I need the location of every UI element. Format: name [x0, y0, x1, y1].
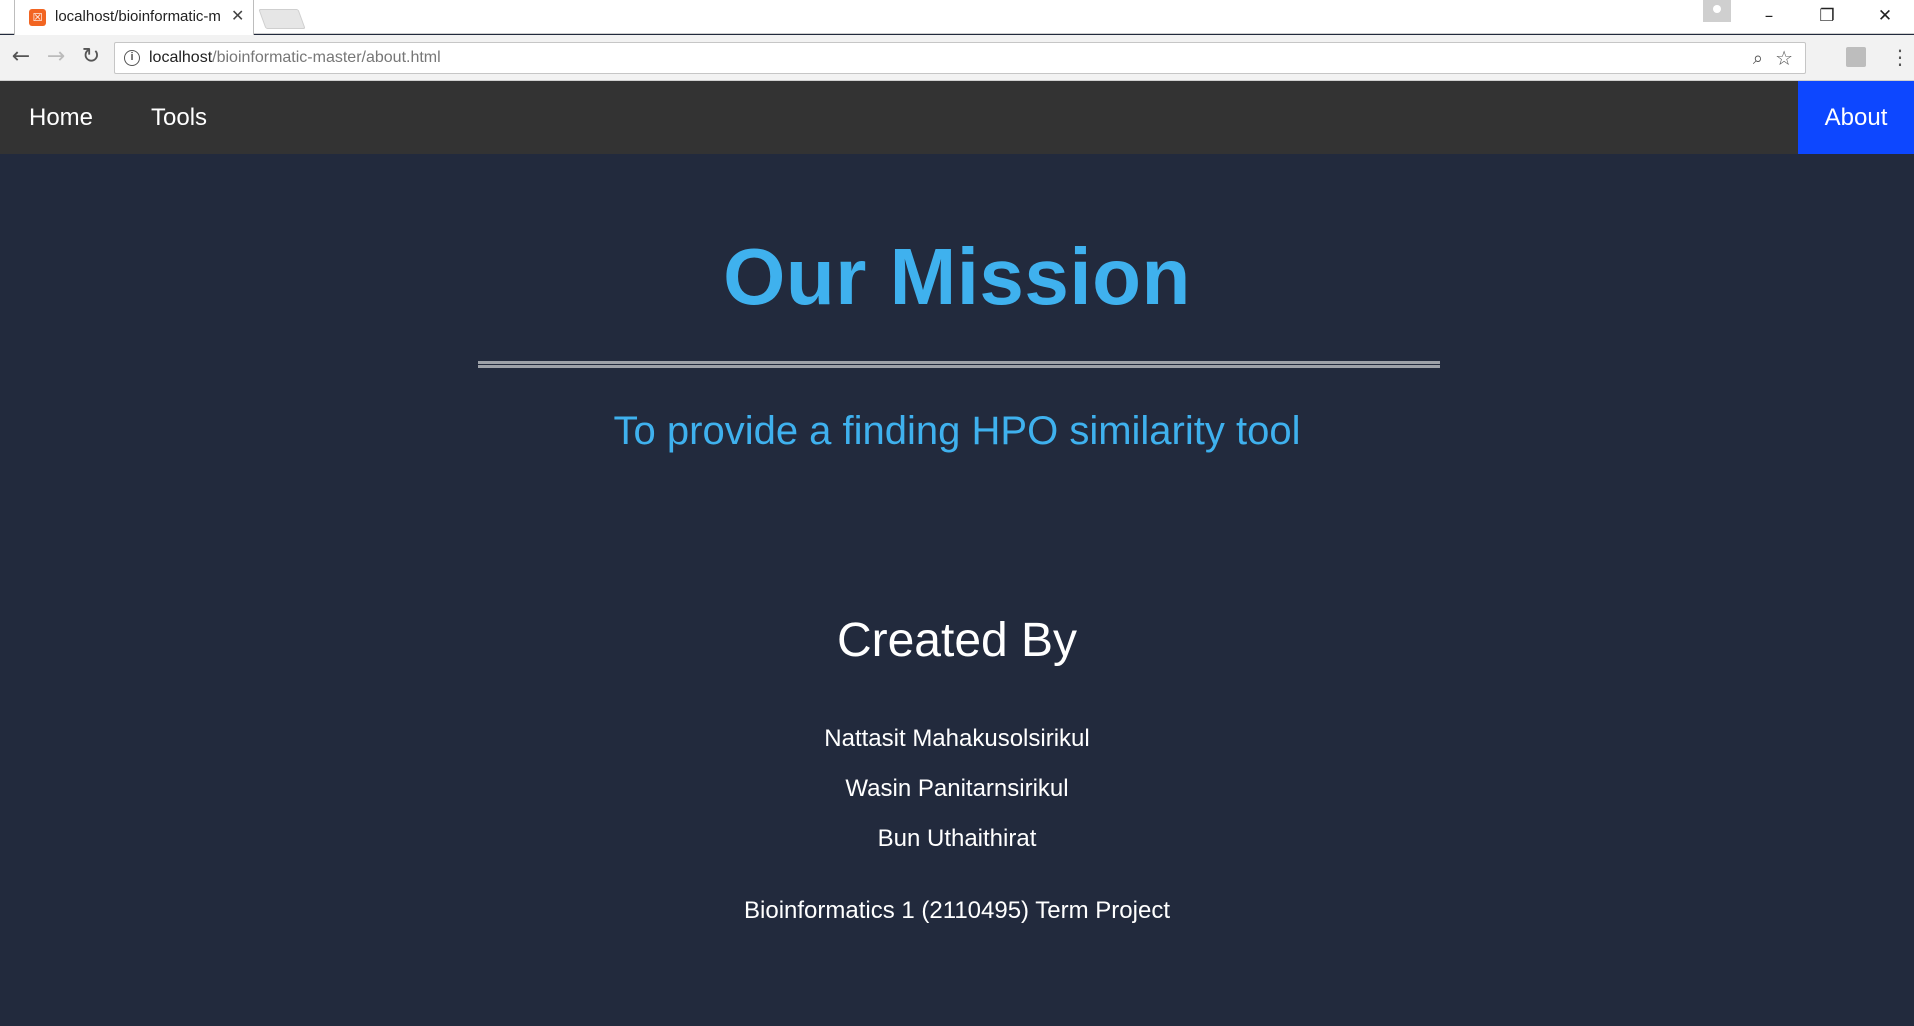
section-divider — [478, 361, 1440, 368]
page-content: Home Tools About Our Mission To provide … — [0, 81, 1914, 1026]
site-navbar: Home Tools About — [0, 81, 1914, 154]
close-tab-icon[interactable]: ✕ — [231, 6, 244, 25]
new-tab-button[interactable] — [258, 9, 306, 29]
xampp-favicon-icon: ☒ — [29, 9, 46, 26]
nav-home[interactable]: Home — [0, 81, 122, 154]
browser-menu-icon[interactable]: ⋮ — [1890, 43, 1910, 71]
address-bar[interactable]: i localhost/bioinformatic-master/about.h… — [114, 42, 1806, 74]
author-name: Bun Uthaithirat — [877, 825, 1037, 852]
browser-toolbar: ← → ↻ i localhost/bioinformatic-master/a… — [0, 35, 1914, 81]
created-by-heading: Created By — [836, 614, 1078, 667]
url-text[interactable]: localhost/bioinformatic-master/about.htm… — [149, 49, 441, 67]
reload-icon[interactable]: ↻ — [76, 43, 106, 73]
minimize-icon[interactable]: – — [1744, 2, 1794, 30]
mission-statement: To provide a finding HPO similarity tool — [613, 409, 1301, 453]
author-name: Nattasit Mahakusolsirikul — [824, 725, 1090, 752]
browser-tab-strip: ☒ localhost/bioinformatic-m ✕ – ❐ ✕ — [0, 0, 1914, 35]
mission-heading: Our Mission — [723, 232, 1191, 321]
close-window-icon[interactable]: ✕ — [1860, 2, 1910, 30]
nav-tools[interactable]: Tools — [122, 81, 236, 154]
profile-avatar-icon[interactable] — [1703, 0, 1731, 22]
browser-tab[interactable]: ☒ localhost/bioinformatic-m ✕ — [14, 0, 254, 35]
nav-about[interactable]: About — [1798, 81, 1914, 154]
tab-title: localhost/bioinformatic-m — [55, 8, 221, 25]
course-info: Bioinformatics 1 (2110495) Term Project — [744, 897, 1170, 924]
restore-icon[interactable]: ❐ — [1802, 2, 1852, 30]
bookmark-star-icon[interactable]: ☆ — [1775, 46, 1793, 70]
forward-icon[interactable]: → — [41, 43, 71, 73]
author-name: Wasin Panitarnsirikul — [845, 775, 1069, 802]
extension-icon[interactable] — [1846, 47, 1866, 67]
back-icon[interactable]: ← — [6, 43, 36, 73]
zoom-icon[interactable]: ⌕ — [1753, 48, 1763, 69]
info-icon[interactable]: i — [124, 50, 140, 66]
